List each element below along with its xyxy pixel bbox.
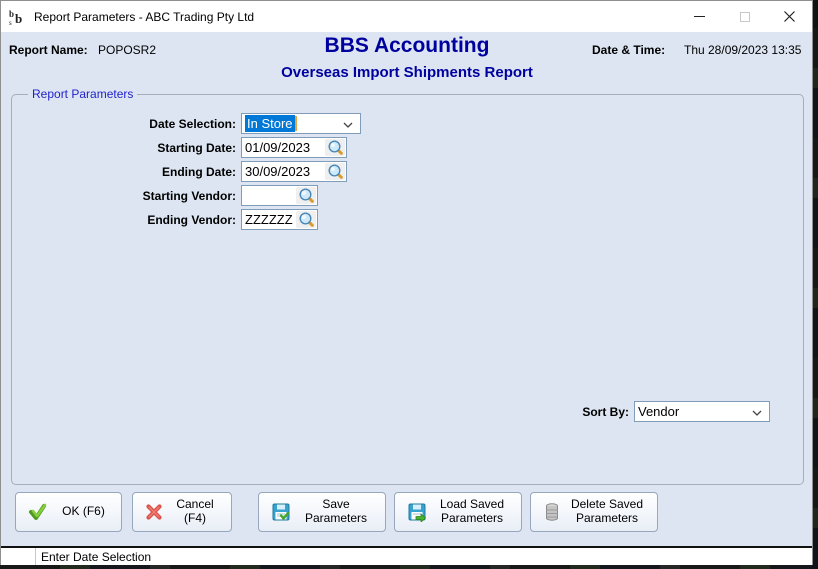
svg-text:b: b	[15, 11, 22, 26]
save-parameters-label: Save Parameters	[304, 497, 368, 525]
starting-date-label: Starting Date:	[157, 141, 236, 155]
chevron-down-icon	[343, 122, 353, 128]
ending-date-label: Ending Date:	[162, 165, 236, 179]
ok-button-label: OK (F6)	[62, 504, 105, 519]
date-selection-label: Date Selection:	[149, 117, 236, 131]
maximize-button	[722, 2, 767, 32]
minimize-button[interactable]	[677, 2, 722, 32]
load-saved-parameters-button[interactable]: Load Saved Parameters	[394, 492, 522, 532]
close-icon	[784, 11, 795, 22]
magnifier-icon	[327, 164, 343, 179]
status-bar: Enter Date Selection	[1, 546, 812, 565]
sort-by-combobox[interactable]: Vendor	[634, 401, 770, 422]
ending-date-lookup-button[interactable]	[325, 163, 345, 180]
maximize-icon	[739, 11, 750, 22]
magnifier-icon	[298, 188, 314, 203]
chevron-down-icon	[752, 410, 762, 416]
ending-vendor-lookup-button[interactable]	[296, 211, 316, 228]
titlebar: b s b Report Parameters - ABC Trading Pt…	[1, 1, 812, 32]
svg-text:b: b	[9, 9, 14, 19]
minimize-icon	[694, 16, 705, 17]
date-selection-value: In Store	[245, 115, 295, 132]
sort-by-label: Sort By:	[582, 405, 629, 419]
delete-saved-parameters-button[interactable]: Delete Saved Parameters	[530, 492, 658, 532]
ok-button[interactable]: OK (F6)	[15, 492, 122, 532]
x-icon	[146, 504, 162, 520]
status-bar-cell	[1, 548, 36, 565]
svg-text:s: s	[9, 19, 12, 27]
sort-by-value: Vendor	[638, 404, 680, 419]
starting-date-field[interactable]: 01/09/2023	[241, 137, 347, 158]
text-caret	[294, 116, 297, 131]
starting-vendor-lookup-button[interactable]	[296, 187, 316, 204]
bbs-app-icon: b s b	[9, 9, 22, 27]
starting-date-value: 01/09/2023	[245, 140, 311, 155]
date-selection-combobox[interactable]: In Store	[241, 113, 361, 134]
status-message: Enter Date Selection	[41, 549, 152, 564]
trash-bin-icon	[546, 503, 558, 521]
datetime-label: Date & Time:	[592, 43, 666, 57]
magnifier-icon	[298, 212, 314, 227]
magnifier-icon	[327, 140, 343, 155]
load-saved-parameters-label: Load Saved Parameters	[439, 497, 505, 525]
check-icon	[29, 503, 47, 520]
starting-vendor-label: Starting Vendor:	[142, 189, 236, 203]
cancel-button-label: Cancel (F4)	[176, 497, 214, 525]
starting-vendor-field[interactable]	[241, 185, 318, 206]
starting-date-lookup-button[interactable]	[325, 139, 345, 156]
groupbox-label: Report Parameters	[28, 87, 138, 101]
ending-vendor-field[interactable]: ZZZZZZ	[241, 209, 318, 230]
window-title: Report Parameters - ABC Trading Pty Ltd	[34, 9, 255, 24]
ending-vendor-value: ZZZZZZ	[245, 212, 293, 227]
close-button[interactable]	[767, 2, 812, 32]
datetime-value: Thu 28/09/2023 13:35	[684, 43, 802, 57]
save-parameters-button[interactable]: Save Parameters	[258, 492, 386, 532]
page-title: Overseas Import Shipments Report	[281, 64, 533, 81]
delete-saved-parameters-label: Delete Saved Parameters	[570, 497, 644, 525]
ending-vendor-label: Ending Vendor:	[147, 213, 236, 227]
report-parameters-window: b s b Report Parameters - ABC Trading Pt…	[0, 0, 813, 565]
header: Report Name: POPOSR2 BBS Accounting Over…	[1, 32, 812, 94]
ending-date-field[interactable]: 30/09/2023	[241, 161, 347, 182]
save-disk-icon	[272, 503, 290, 521]
ending-date-value: 30/09/2023	[245, 164, 311, 179]
load-disk-icon	[408, 503, 427, 522]
cancel-button[interactable]: Cancel (F4)	[132, 492, 232, 532]
